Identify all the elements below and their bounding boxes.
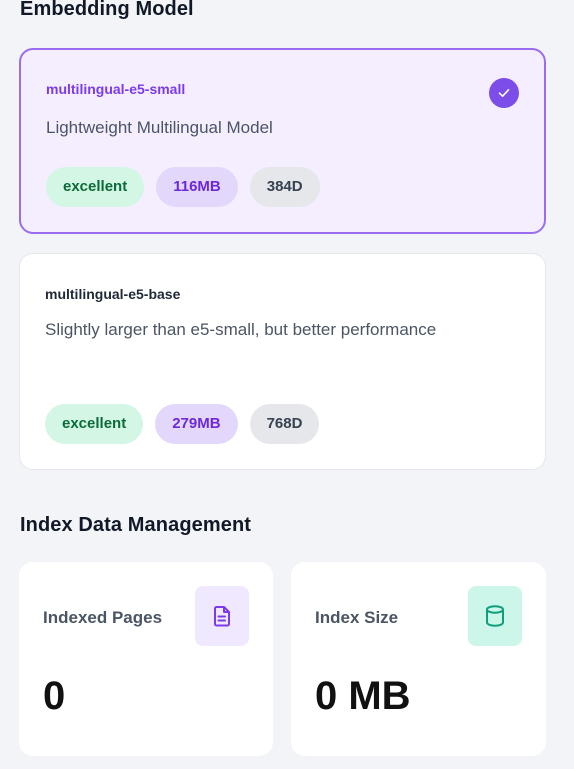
model-description: Lightweight Multilingual Model bbox=[46, 118, 273, 137]
stat-label: Indexed Pages bbox=[43, 608, 163, 627]
index-size-card: Index Size 0 MB bbox=[291, 562, 546, 756]
model-badges: excellent 279MB 768D bbox=[45, 404, 320, 444]
size-badge: 279MB bbox=[155, 404, 238, 444]
model-card-multilingual-e5-base[interactable]: multilingual-e5-base Slightly larger tha… bbox=[19, 253, 546, 470]
indexed-pages-value: 0 bbox=[43, 674, 66, 718]
model-badges: excellent 116MB 384D bbox=[46, 167, 320, 207]
dimension-badge: 384D bbox=[249, 167, 320, 207]
indexed-pages-card: Indexed Pages 0 bbox=[19, 562, 273, 756]
document-icon bbox=[195, 586, 249, 646]
index-data-management-heading: Index Data Management bbox=[20, 514, 252, 536]
index-size-value: 0 MB bbox=[315, 674, 411, 718]
quality-badge: excellent bbox=[45, 404, 144, 444]
dimension-badge: 768D bbox=[249, 404, 320, 444]
quality-badge: excellent bbox=[46, 167, 145, 207]
database-icon bbox=[468, 586, 522, 646]
embedding-model-heading: Embedding Model bbox=[20, 0, 194, 20]
model-name: multilingual-e5-small bbox=[46, 81, 186, 97]
stat-label: Index Size bbox=[315, 608, 399, 627]
model-name: multilingual-e5-base bbox=[45, 286, 181, 302]
size-badge: 116MB bbox=[156, 167, 238, 207]
model-card-multilingual-e5-small[interactable]: multilingual-e5-small Lightweight Multil… bbox=[19, 48, 546, 234]
check-icon bbox=[489, 78, 519, 108]
model-description: Slightly larger than e5-small, but bette… bbox=[45, 320, 437, 339]
